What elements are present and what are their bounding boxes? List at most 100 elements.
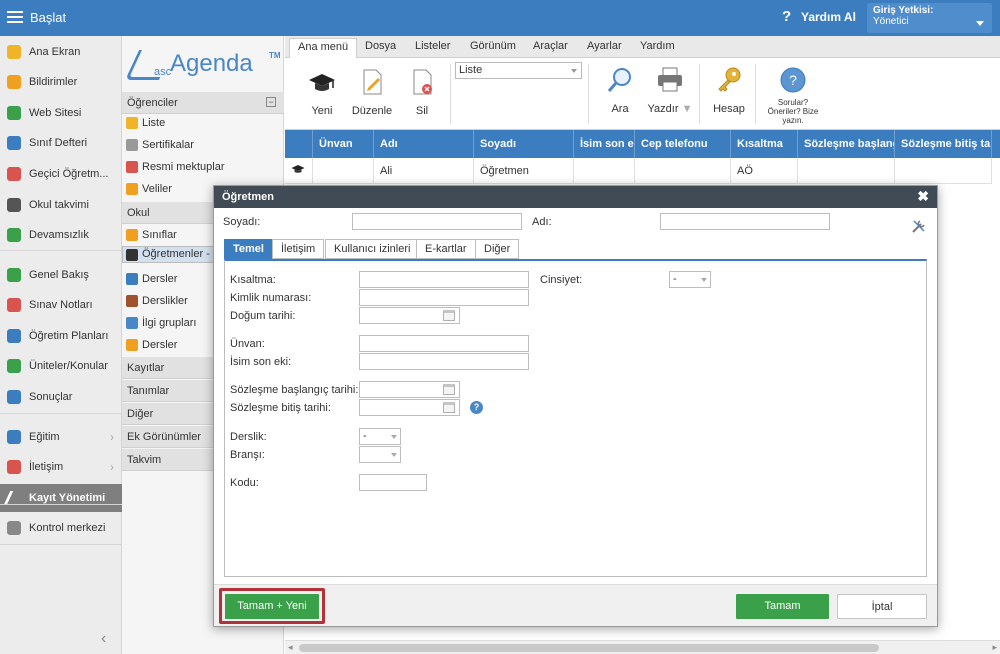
branch-select[interactable] <box>359 446 401 463</box>
tree-item-label: İlgi grupları <box>142 317 197 329</box>
surname-input[interactable] <box>352 213 522 230</box>
tree-item-1[interactable]: Sertifikalar <box>122 134 284 156</box>
close-icon[interactable]: ✖ <box>917 188 929 205</box>
view-select[interactable]: Liste <box>455 62 582 79</box>
collapse-icon[interactable]: − <box>266 97 276 107</box>
horizontal-scrollbar[interactable]: ◂ ▸ <box>285 640 1000 654</box>
ribbon-tab-6[interactable]: Yardım <box>640 40 675 52</box>
tree-item-0[interactable]: Liste <box>122 112 284 134</box>
gender-select[interactable]: - <box>669 271 711 288</box>
feedback-button[interactable]: ? Sorular? Öneriler? Bize yazın. <box>762 66 824 125</box>
help-icon[interactable]: ? <box>782 8 791 25</box>
code-input[interactable] <box>359 474 427 491</box>
ok-button[interactable]: Tamam <box>736 594 829 619</box>
chevron-down-icon <box>391 435 397 439</box>
calendar-icon[interactable] <box>443 402 455 413</box>
table-cell[interactable]: Ali <box>374 158 474 184</box>
grid-header-col-3[interactable]: İsim son eki <box>574 130 635 158</box>
account-button[interactable]: Hesap <box>709 66 749 115</box>
help-icon[interactable]: ? <box>470 401 483 414</box>
nav-item-bildirimler[interactable]: Bildirimler <box>0 68 122 96</box>
tree-item-icon <box>126 317 138 329</box>
scroll-left-icon[interactable]: ◂ <box>288 642 293 653</box>
dialog-tab-4[interactable]: Diğer <box>475 239 520 259</box>
role-selector[interactable]: Giriş Yetkisi: Yönetici <box>867 3 992 33</box>
tree-item-icon <box>126 139 138 151</box>
abbreviation-input[interactable] <box>359 271 529 288</box>
table-cell[interactable] <box>635 158 731 184</box>
table-cell[interactable]: AÖ <box>731 158 798 184</box>
nav-item-genel-bak[interactable]: Genel Bakış <box>0 261 122 289</box>
birth-date-input[interactable] <box>359 307 460 324</box>
dialog-tab-3[interactable]: E-kartlar <box>416 239 476 259</box>
collapse-nav-icon[interactable]: ‹ <box>101 630 106 648</box>
nav-item-retim-planlar[interactable]: Öğretim Planları <box>0 322 122 350</box>
start-label[interactable]: Başlat <box>30 10 66 25</box>
print-button[interactable]: Yazdır ▼ <box>647 66 693 115</box>
table-cell[interactable] <box>798 158 895 184</box>
table-cell[interactable] <box>574 158 635 184</box>
classroom-select[interactable]: - <box>359 428 401 445</box>
grid-header-col-2[interactable]: Soyadı <box>474 130 574 158</box>
ribbon-tab-1[interactable]: Dosya <box>365 40 396 52</box>
ribbon-tab-5[interactable]: Ayarlar <box>587 40 622 52</box>
grid-header-col-1[interactable]: Adı <box>374 130 474 158</box>
scroll-thumb[interactable] <box>299 644 879 652</box>
nav-item-niteler-konular[interactable]: Üniteler/Konular <box>0 352 122 380</box>
grid-header-col-7[interactable]: Sözleşme bitiş tarihi <box>895 130 992 158</box>
name-suffix-input[interactable] <box>359 353 529 370</box>
menu-icon[interactable] <box>7 11 23 24</box>
new-button[interactable]: Yeni <box>305 68 339 117</box>
grid-header-col-0[interactable]: Ünvan <box>313 130 374 158</box>
tree-item-label: Dersler <box>142 273 178 285</box>
scroll-right-icon[interactable]: ▸ <box>992 642 997 653</box>
nav-item-e-itim[interactable]: Eğitim › <box>0 423 122 451</box>
id-number-input[interactable] <box>359 289 529 306</box>
contract-start-input[interactable] <box>359 381 460 398</box>
tools-icon[interactable] <box>911 218 927 234</box>
nav-item-sonu-lar[interactable]: Sonuçlar <box>0 383 122 411</box>
contract-end-input[interactable] <box>359 399 460 416</box>
grid-header-col-5[interactable]: Kısaltma <box>731 130 798 158</box>
nav-item-kay-t-y-netimi[interactable]: Kayıt Yönetimi <box>0 484 122 512</box>
grid-header-col-6[interactable]: Sözleşme başlangıç <box>798 130 895 158</box>
gender-value: - <box>673 273 677 285</box>
nav-item-s-n-f-defteri[interactable]: Sınıf Defteri <box>0 129 122 157</box>
tree-section-students[interactable]: Öğrenciler − <box>122 92 284 114</box>
cancel-button[interactable]: İptal <box>837 594 927 619</box>
search-button[interactable]: Ara <box>603 66 637 115</box>
help-link[interactable]: Yardım Al <box>801 10 856 24</box>
ribbon-tab-4[interactable]: Araçlar <box>533 40 568 52</box>
ribbon-tab-2[interactable]: Listeler <box>415 40 450 52</box>
table-cell[interactable]: Öğretmen <box>474 158 574 184</box>
dialog-tab-1[interactable]: İletişim <box>272 239 325 259</box>
ribbon-tab-0[interactable]: Ana menü <box>289 38 358 58</box>
delete-button[interactable]: Sil <box>405 68 439 117</box>
nav-item-s-nav-notlar[interactable]: Sınav Notları <box>0 291 122 319</box>
dialog-tab-2[interactable]: Kullanıcı izinleri <box>325 239 420 259</box>
edit-button[interactable]: Düzenle <box>350 68 394 117</box>
table-cell[interactable] <box>313 158 374 184</box>
tree-item-icon <box>126 161 138 173</box>
tree-item-2[interactable]: Resmi mektuplar <box>122 156 284 178</box>
calendar-icon[interactable] <box>443 384 455 395</box>
left-nav: Ana Ekran Bildirimler Web Sitesi Sınıf Deft… <box>0 36 122 654</box>
nav-item-okul-takvimi[interactable]: Okul takvimi <box>0 191 122 219</box>
table-cell[interactable] <box>895 158 992 184</box>
dialog-tab-0[interactable]: Temel <box>224 239 273 259</box>
tree-section-label: Kayıtlar <box>127 361 165 374</box>
nav-item-ge-ici-retm[interactable]: Geçici Öğretm... <box>0 160 122 188</box>
table-row-icon[interactable] <box>285 158 313 184</box>
nav-item-devams-zl-k[interactable]: Devamsızlık <box>0 221 122 249</box>
nav-item-kontrol-merkezi[interactable]: Kontrol merkezi <box>0 514 122 542</box>
calendar-icon[interactable] <box>443 310 455 321</box>
edit-button-label: Düzenle <box>351 105 393 117</box>
grid-header-col-4[interactable]: Cep telefonu <box>635 130 731 158</box>
ok-and-new-button[interactable]: Tamam + Yeni <box>225 594 319 619</box>
title-input[interactable] <box>359 335 529 352</box>
ribbon-tab-3[interactable]: Görünüm <box>470 40 516 52</box>
name-input[interactable] <box>660 213 830 230</box>
nav-item-web-sitesi[interactable]: Web Sitesi <box>0 99 122 127</box>
nav-item-i-leti-im[interactable]: İletişim › <box>0 453 122 481</box>
nav-item-ana-ekran[interactable]: Ana Ekran <box>0 38 122 66</box>
